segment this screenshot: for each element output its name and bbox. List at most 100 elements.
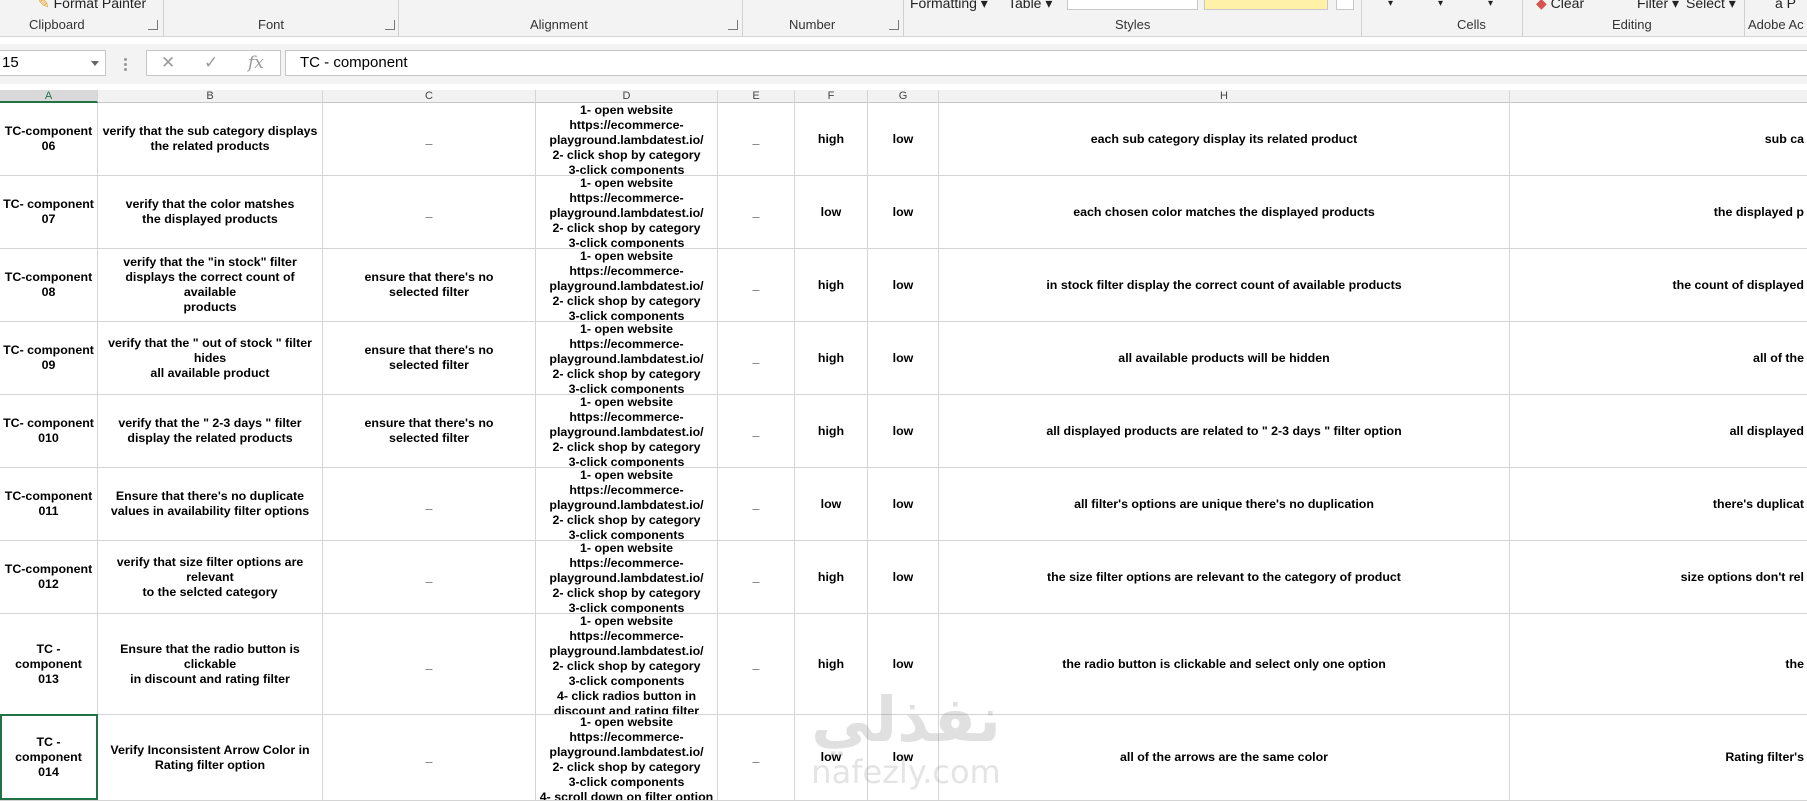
cell-expected[interactable]: each sub category display its related pr… — [939, 103, 1510, 176]
cell-priority[interactable]: high — [795, 103, 868, 176]
cell-id[interactable]: TC- component 09 — [0, 322, 98, 395]
cell-data[interactable]: _ — [718, 103, 795, 176]
cell-precondition[interactable]: _ — [323, 468, 536, 541]
cell-description[interactable]: Verify Inconsistent Arrow Color in Ratin… — [98, 715, 323, 801]
cell-expected[interactable]: all displayed products are related to " … — [939, 395, 1510, 468]
cell-severity[interactable]: low — [868, 103, 939, 176]
cell-precondition[interactable]: _ — [323, 176, 536, 249]
cell-id[interactable]: TC - component 014 — [0, 715, 98, 801]
cell-expected[interactable]: each chosen color matches the displayed … — [939, 176, 1510, 249]
cell-precondition[interactable]: _ — [323, 715, 536, 801]
column-header-c[interactable]: C — [323, 90, 536, 103]
format-dropdown-icon[interactable]: ▾ — [1488, 0, 1493, 9]
cell-style-normal[interactable] — [1067, 0, 1198, 10]
cell-precondition[interactable]: ensure that there's no selected filter — [323, 395, 536, 468]
formula-input[interactable]: TC - component — [285, 50, 1807, 76]
cell-data[interactable]: _ — [718, 395, 795, 468]
format-as-table-button[interactable]: Table ▾ — [1008, 0, 1052, 12]
cell-precondition[interactable]: ensure that there's no selected filter — [323, 249, 536, 322]
insert-dropdown-icon[interactable]: ▾ — [1388, 0, 1393, 9]
cell-expected[interactable]: the radio button is clickable and select… — [939, 614, 1510, 715]
cell-id[interactable]: TC- component 07 — [0, 176, 98, 249]
cell-precondition[interactable]: _ — [323, 103, 536, 176]
cell-priority[interactable]: high — [795, 249, 868, 322]
column-header-a[interactable]: A — [0, 90, 98, 103]
font-launcher-icon[interactable] — [385, 20, 395, 30]
cell-steps[interactable]: 1- open website https://ecommerce- playg… — [536, 541, 718, 614]
drag-handle-icon[interactable] — [124, 58, 127, 72]
column-header-f[interactable]: F — [795, 90, 868, 103]
cell-actual[interactable]: size options don't rel — [1510, 541, 1807, 614]
adobe-pdf-button[interactable]: a P — [1775, 0, 1796, 11]
cell-severity[interactable]: low — [868, 541, 939, 614]
cell-priority[interactable]: high — [795, 395, 868, 468]
cancel-icon[interactable]: ✕ — [161, 53, 175, 73]
cell-steps[interactable]: 1- open website https://ecommerce- playg… — [536, 395, 718, 468]
cell-style-neutral[interactable] — [1204, 0, 1328, 10]
cell-severity[interactable]: low — [868, 176, 939, 249]
cell-priority[interactable]: high — [795, 614, 868, 715]
cell-data[interactable]: _ — [718, 541, 795, 614]
cell-steps[interactable]: 1- open website https://ecommerce- playg… — [536, 249, 718, 322]
enter-icon[interactable]: ✓ — [204, 53, 218, 73]
cell-description[interactable]: verify that the " out of stock " filter … — [98, 322, 323, 395]
format-painter-button[interactable]: ✎ Format Painter — [38, 0, 146, 12]
cell-description[interactable]: verify that the " 2-3 days " filter disp… — [98, 395, 323, 468]
cell-description[interactable]: Ensure that the radio button is clickabl… — [98, 614, 323, 715]
cell-severity[interactable]: low — [868, 715, 939, 801]
cell-description[interactable]: verify that the sub category displays th… — [98, 103, 323, 176]
cell-description[interactable]: Ensure that there's no duplicate values … — [98, 468, 323, 541]
cell-description[interactable]: verify that the "in stock" filter displa… — [98, 249, 323, 322]
cell-severity[interactable]: low — [868, 249, 939, 322]
cell-id[interactable]: TC-component 012 — [0, 541, 98, 614]
cell-id[interactable]: TC-component 011 — [0, 468, 98, 541]
cell-actual[interactable]: sub ca — [1510, 103, 1807, 176]
cell-id[interactable]: TC-component 08 — [0, 249, 98, 322]
cell-actual[interactable]: all of the — [1510, 322, 1807, 395]
cell-styles-more-button[interactable] — [1336, 0, 1354, 10]
clear-button[interactable]: ◆ Clear — [1536, 0, 1584, 12]
cell-severity[interactable]: low — [868, 322, 939, 395]
cell-expected[interactable]: all available products will be hidden — [939, 322, 1510, 395]
cell-data[interactable]: _ — [718, 322, 795, 395]
cell-precondition[interactable]: _ — [323, 541, 536, 614]
name-box[interactable]: 15 — [0, 50, 106, 76]
cell-priority[interactable]: high — [795, 322, 868, 395]
cell-priority[interactable]: low — [795, 176, 868, 249]
cell-expected[interactable]: all filter's options are unique there's … — [939, 468, 1510, 541]
column-header-g[interactable]: G — [868, 90, 939, 103]
cell-severity[interactable]: low — [868, 395, 939, 468]
cell-actual[interactable]: the displayed p — [1510, 176, 1807, 249]
cell-expected[interactable]: in stock filter display the correct coun… — [939, 249, 1510, 322]
cell-expected[interactable]: the size filter options are relevant to … — [939, 541, 1510, 614]
cell-priority[interactable]: low — [795, 715, 868, 801]
cell-id[interactable]: TC - component 013 — [0, 614, 98, 715]
cell-id[interactable]: TC- component 010 — [0, 395, 98, 468]
cell-data[interactable]: _ — [718, 249, 795, 322]
cell-data[interactable]: _ — [718, 468, 795, 541]
alignment-launcher-icon[interactable] — [728, 20, 738, 30]
cell-precondition[interactable]: _ — [323, 614, 536, 715]
cell-description[interactable]: verify that size filter options are rele… — [98, 541, 323, 614]
cell-steps[interactable]: 1- open website https://ecommerce- playg… — [536, 176, 718, 249]
cell-actual[interactable]: the — [1510, 614, 1807, 715]
insert-function-icon[interactable]: fx — [248, 53, 264, 73]
cell-severity[interactable]: low — [868, 468, 939, 541]
find-select-button[interactable]: Select ▾ — [1686, 0, 1736, 12]
cell-steps[interactable]: 1- open website https://ecommerce- playg… — [536, 103, 718, 176]
sort-filter-button[interactable]: Filter ▾ — [1637, 0, 1679, 12]
cell-steps[interactable]: 1- open website https://ecommerce- playg… — [536, 322, 718, 395]
cell-priority[interactable]: low — [795, 468, 868, 541]
cell-actual[interactable]: all displayed — [1510, 395, 1807, 468]
cell-data[interactable]: _ — [718, 614, 795, 715]
delete-dropdown-icon[interactable]: ▾ — [1438, 0, 1443, 9]
column-header-d[interactable]: D — [536, 90, 718, 103]
cell-expected[interactable]: all of the arrows are the same color — [939, 715, 1510, 801]
cell-actual[interactable]: the count of displayed — [1510, 249, 1807, 322]
cell-actual[interactable]: Rating filter's — [1510, 715, 1807, 801]
cell-steps[interactable]: 1- open website https://ecommerce- playg… — [536, 715, 718, 801]
number-launcher-icon[interactable] — [889, 20, 899, 30]
column-header-b[interactable]: B — [98, 90, 323, 103]
cell-data[interactable]: _ — [718, 176, 795, 249]
cell-steps[interactable]: 1- open website https://ecommerce- playg… — [536, 614, 718, 715]
